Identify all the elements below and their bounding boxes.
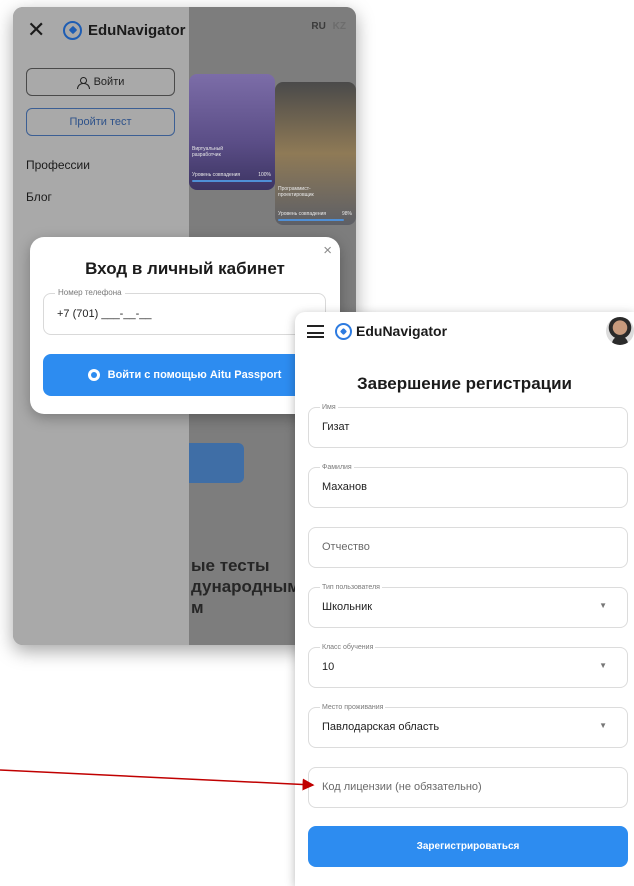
page-title: Завершение регистрации (356, 374, 573, 393)
field-value[interactable]: 10 (322, 661, 334, 673)
close-icon[interactable]: ✕ (27, 19, 49, 41)
hamburger-icon[interactable] (307, 325, 324, 338)
modal-title: Вход в личный кабинет (85, 259, 285, 278)
phone-label: Номер телефона (55, 288, 125, 297)
register-label: Зарегистрироваться (416, 841, 520, 852)
license-code-field[interactable]: Код лицензии (не обязательно) (308, 767, 628, 808)
card-progress-bar (192, 180, 272, 182)
card-meta: Уровень совпадения (192, 172, 241, 178)
field-value[interactable]: Маханов (322, 481, 367, 493)
phone-value[interactable]: +7 (701) ___-__-__ (57, 308, 151, 320)
field-value[interactable]: Школьник (322, 601, 372, 613)
chevron-down-icon[interactable]: ▼ (599, 721, 607, 730)
aitu-login-button[interactable]: Войти с помощью Aitu Passport (43, 354, 326, 396)
field-label: Фамилия (320, 463, 354, 472)
menu-header: ✕ EduNavigator (27, 19, 186, 41)
aitu-login-label: Войти с помощью Aitu Passport (107, 369, 282, 381)
chevron-down-icon[interactable]: ▼ (599, 661, 607, 670)
phone-input[interactable]: Номер телефона +7 (701) ___-__-__ (43, 288, 326, 335)
field-value[interactable]: Гизат (322, 421, 349, 433)
card-meta: Уровень совпадения (278, 211, 327, 217)
card-title: Виртуальный разработчик (192, 146, 224, 158)
field-value[interactable]: Павлодарская область (322, 721, 439, 733)
first-name-field[interactable]: Имя Гизат (308, 403, 628, 448)
residence-select[interactable]: Место проживания Павлодарская область ▼ (308, 703, 628, 748)
lang-kz[interactable]: KZ (333, 21, 346, 32)
login-modal: × Вход в личный кабинет Номер телефона +… (30, 237, 340, 414)
chevron-down-icon[interactable]: ▼ (599, 601, 607, 610)
card-progress-bar (278, 219, 344, 221)
last-name-field[interactable]: Фамилия Маханов (308, 463, 628, 508)
menu-link-professions[interactable]: Профессии (26, 158, 90, 172)
compass-logo-icon (63, 20, 82, 40)
card-percent: 98% (341, 211, 352, 217)
app-header: EduNavigator (295, 312, 634, 352)
logo-text[interactable]: EduNavigator (356, 323, 447, 339)
login-label: Войти (93, 76, 125, 88)
hero-button[interactable] (189, 443, 244, 483)
right-screenshot: EduNavigator Завершение регистрации Имя … (295, 312, 634, 886)
language-switch[interactable]: RU KZ (311, 21, 346, 32)
aitu-icon (87, 369, 100, 381)
field-placeholder[interactable]: Отчество (322, 541, 370, 553)
field-label: Место проживания (320, 703, 386, 712)
field-label: Класс обучения (320, 643, 376, 652)
grade-select[interactable]: Класс обучения 10 ▼ (308, 643, 628, 688)
field-label: Имя (320, 403, 338, 412)
profession-card[interactable]: Виртуальный разработчик Уровень совпадени… (189, 74, 275, 190)
card-percent: 100% (258, 172, 271, 178)
patronymic-field[interactable]: Отчество (308, 527, 628, 568)
take-test-button[interactable]: Пройти тест (26, 108, 175, 136)
card-title: Программист-проектировщик (278, 186, 314, 198)
field-label: Тип пользователя (320, 583, 382, 592)
take-test-label: Пройти тест (69, 116, 132, 128)
profession-card[interactable]: Программист-проектировщик Уровень совпад… (275, 82, 356, 225)
register-button[interactable]: Зарегистрироваться (308, 826, 628, 867)
logo-text: EduNavigator (88, 21, 186, 39)
avatar[interactable] (606, 317, 634, 345)
login-button[interactable]: Войти (26, 68, 175, 96)
lang-ru[interactable]: RU (311, 21, 325, 32)
user-icon (76, 76, 90, 89)
close-icon[interactable]: × (323, 242, 332, 259)
field-placeholder[interactable]: Код лицензии (не обязательно) (322, 781, 482, 793)
menu-link-blog[interactable]: Блог (26, 190, 52, 204)
compass-logo-icon (335, 323, 352, 340)
user-type-select[interactable]: Тип пользователя Школьник ▼ (308, 583, 628, 628)
